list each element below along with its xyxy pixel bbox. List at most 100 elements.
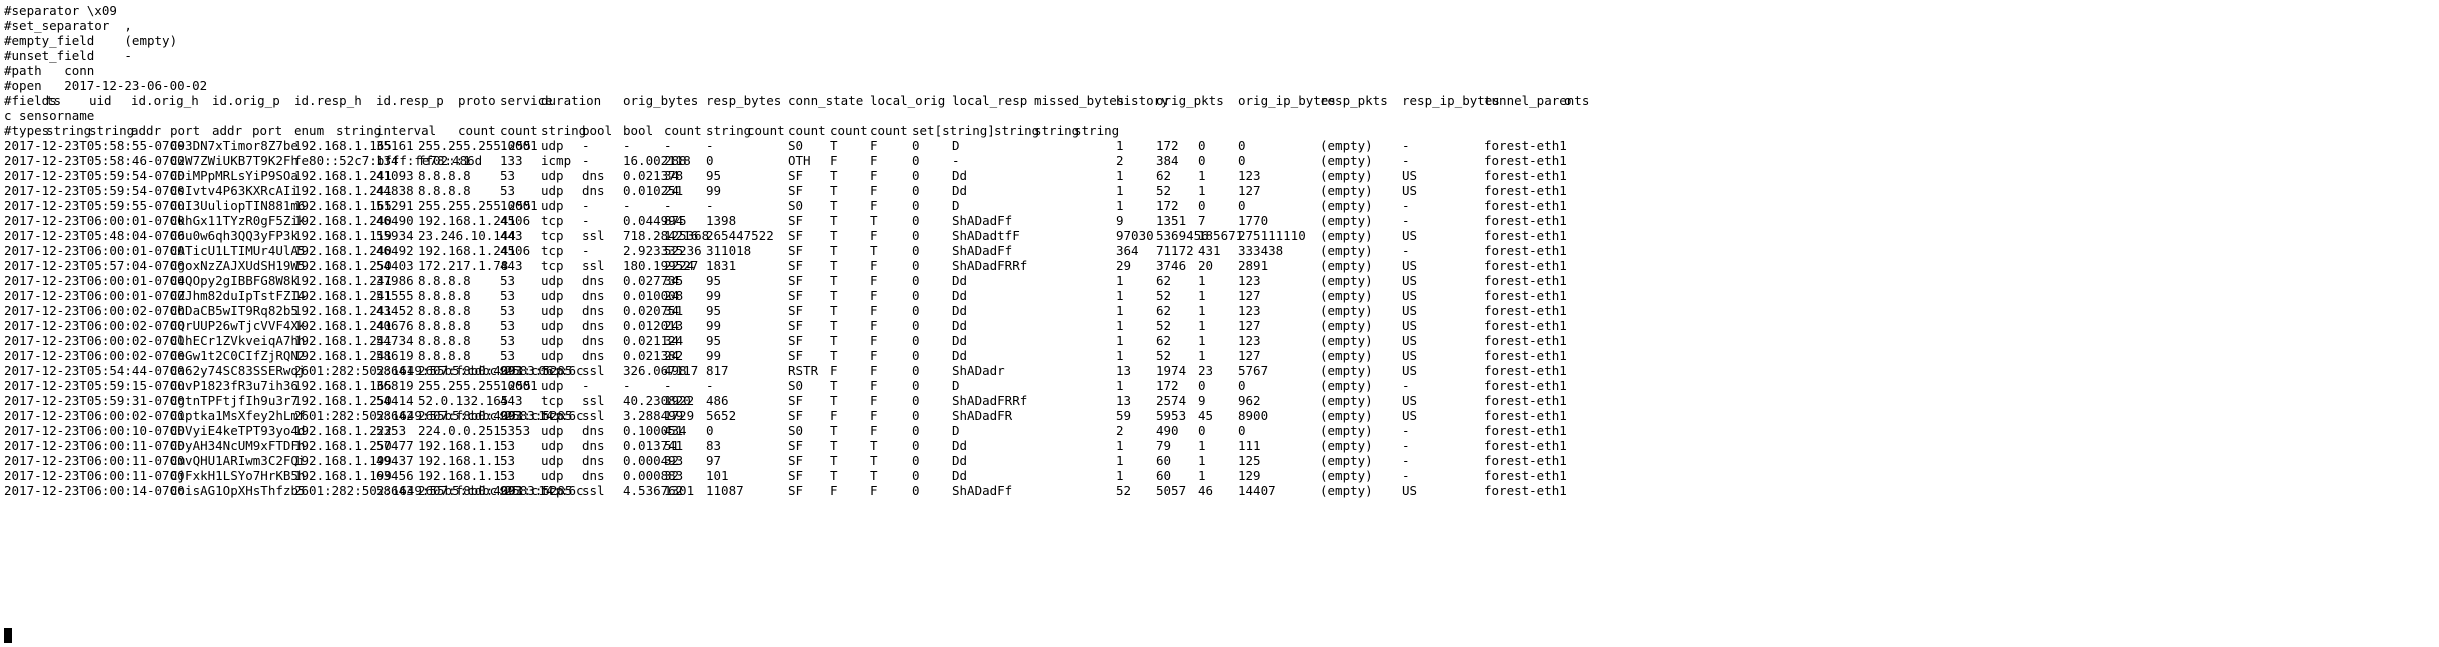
log-cell: US [1402, 483, 1418, 498]
log-cell: 2017-12-23T05:58:46-0700 [4, 153, 185, 168]
log-cell: SF [788, 258, 804, 273]
log-cell: 127 [1238, 318, 1261, 333]
log-cell: CoisAG1OpXHsThfzb5 [170, 483, 306, 498]
log-cell: F [870, 198, 878, 213]
log-cell: 127 [1238, 348, 1261, 363]
log-cell: F [870, 183, 878, 198]
log-cell: 40676 [376, 318, 414, 333]
log-cell: SF [788, 453, 804, 468]
log-cell: 14407 [1238, 483, 1276, 498]
log-cell: 10001 [500, 378, 538, 393]
log-cell: 53 [500, 438, 516, 453]
log-cell: 333438 [1238, 243, 1284, 258]
log-cell: 192.168.1.1 [418, 453, 501, 468]
log-cell: F [870, 393, 878, 408]
log-cell: - [706, 138, 714, 153]
log-cell: 2017-12-23T05:57:04-0700 [4, 258, 185, 273]
log-cell: Dd [952, 333, 968, 348]
field-type: string [1034, 123, 1080, 138]
log-cell: SF [788, 393, 804, 408]
log-cell: 53 [500, 168, 516, 183]
log-cell: ShADadFf [952, 483, 1013, 498]
log-cell: C2W7ZWiUKB7T9K2Fh [170, 153, 298, 168]
log-cell: 46492 [376, 243, 414, 258]
log-cell: 0 [912, 318, 920, 333]
terminal-window[interactable]: #separator \x09 #set_separator , #empty_fi… [0, 0, 2439, 647]
log-cell: udp [541, 138, 564, 153]
log-cell: T [830, 468, 838, 483]
log-cell: T [870, 453, 878, 468]
log-cell: 1770 [1238, 213, 1269, 228]
log-cell: 45 [1198, 408, 1214, 423]
log-cell: 1 [1116, 333, 1124, 348]
log-cell: 3746 [1156, 258, 1187, 273]
log-cell: 10001 [500, 138, 538, 153]
log-cell: 133 [500, 153, 523, 168]
log-cell: SF [788, 273, 804, 288]
log-cell: 44838 [376, 183, 414, 198]
log-cell: 172 [1156, 198, 1179, 213]
log-cell: US [1402, 393, 1418, 408]
log-cell: (empty) [1320, 483, 1373, 498]
header-line: #empty_field (empty) [4, 33, 178, 48]
log-cell: 2 [1116, 423, 1124, 438]
log-cell: 123 [1238, 273, 1261, 288]
log-cell: dns [582, 348, 605, 363]
log-cell: US [1402, 168, 1418, 183]
log-cell: T [830, 138, 838, 153]
log-row: 2017-12-23T05:54:44-0700 Ca62y74SC83SSERw… [4, 363, 2439, 378]
log-cell: 0 [1198, 153, 1206, 168]
log-cell: SF [788, 303, 804, 318]
log-cell: 172 [1156, 138, 1179, 153]
log-cell: 37986 [376, 273, 414, 288]
log-cell: SF [788, 408, 804, 423]
log-cell: T [830, 273, 838, 288]
log-cell: 2017-12-23T05:59:31-0700 [4, 393, 185, 408]
log-cell: 0 [1238, 138, 1246, 153]
log-cell: forest-eth1 [1484, 483, 1567, 498]
log-cell: forest-eth1 [1484, 198, 1567, 213]
log-cell: 2017-12-23T05:59:55-0700 [4, 198, 185, 213]
log-cell: 192.168.1.1 [418, 438, 501, 453]
log-cell: 0 [1238, 198, 1246, 213]
log-cell: 1 [1116, 348, 1124, 363]
log-cell: dns [582, 468, 605, 483]
log-cell: 24 [664, 288, 680, 303]
log-cell: T [830, 453, 838, 468]
log-cell: 0 [912, 393, 920, 408]
log-cell: US [1402, 183, 1418, 198]
pager-prompt[interactable]: : [4, 628, 2439, 643]
log-cell: SF [788, 483, 804, 498]
log-row: 2017-12-23T05:59:15-0700 CuvP1823fR3u7ih3… [4, 378, 2439, 393]
log-cell: Ca62y74SC83SSERwqj [170, 363, 306, 378]
log-cell: SF [788, 438, 804, 453]
log-cell: 58641 [376, 363, 414, 378]
header-line: #separator \x09 [4, 3, 117, 18]
field-type: string [1074, 123, 1120, 138]
log-cell: udp [541, 168, 564, 183]
log-cell: dns [582, 168, 605, 183]
log-cell: 0 [912, 333, 920, 348]
log-cell: 2017-12-23T06:00:02-0700 [4, 408, 185, 423]
log-cell: forest-eth1 [1484, 468, 1567, 483]
log-cell: US [1402, 408, 1418, 423]
log-cell: udp [541, 333, 564, 348]
field-type: addr [131, 123, 162, 138]
log-cell: - [1402, 153, 1410, 168]
log-cell: 58642 [376, 408, 414, 423]
log-cell: 71172 [1156, 243, 1194, 258]
log-cell: D [952, 378, 960, 393]
log-cell: 43452 [376, 303, 414, 318]
log-cell: RSTR [788, 363, 819, 378]
log-cell: forest-eth1 [1484, 228, 1567, 243]
log-cell: 36819 [376, 378, 414, 393]
log-cell: 32 [664, 468, 680, 483]
log-cell: CATicU1LTIMUr4UlA5 [170, 243, 306, 258]
log-cell: 1 [1198, 333, 1206, 348]
field-type: string [706, 123, 752, 138]
field-type: port [252, 123, 283, 138]
field-name: o [1564, 93, 1572, 108]
log-cell: 134 [376, 153, 399, 168]
log-cell: Dd [952, 318, 968, 333]
log-cell: icmp [541, 153, 572, 168]
